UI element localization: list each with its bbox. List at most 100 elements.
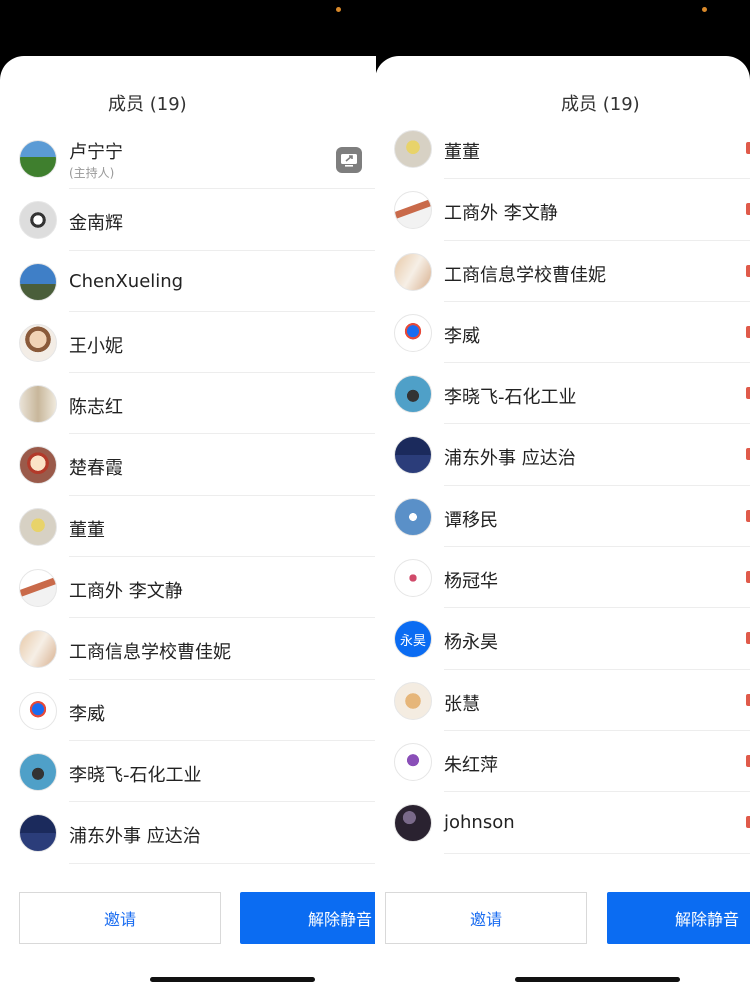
- member-name: 朱红萍: [444, 754, 498, 776]
- avatar: [394, 742, 432, 781]
- member-row[interactable]: 董董: [0, 496, 376, 558]
- member-name: 李威: [444, 325, 480, 347]
- member-row[interactable]: 董董: [375, 118, 750, 180]
- member-row[interactable]: 工商外 李文静: [375, 179, 750, 241]
- member-name: 浦东外事 应达治: [69, 826, 201, 848]
- mic-muted-icon[interactable]: [746, 203, 750, 216]
- avatar: [394, 559, 432, 598]
- member-name: 杨冠华: [444, 571, 498, 593]
- member-row[interactable]: 朱红萍: [375, 731, 750, 793]
- unmute-button[interactable]: 解除静音: [240, 892, 376, 944]
- share-screen-icon: [336, 147, 362, 173]
- member-name: 金南辉: [69, 213, 123, 235]
- member-row[interactable]: ChenXueling: [0, 251, 376, 312]
- member-row[interactable]: 李晓飞-石化工业: [0, 741, 376, 803]
- avatar: [19, 507, 57, 546]
- member-row[interactable]: 金南辉: [0, 189, 376, 251]
- invite-button[interactable]: 邀请: [19, 892, 221, 944]
- avatar: [19, 630, 57, 669]
- invite-button[interactable]: 邀请: [385, 892, 587, 944]
- avatar: [19, 569, 57, 608]
- member-row[interactable]: 杨冠华: [375, 547, 750, 609]
- member-row[interactable]: 卢宁宁 (主持人): [0, 128, 376, 190]
- status-indicator-dot: [336, 7, 341, 12]
- member-name: 李晓飞-石化工业: [69, 764, 202, 786]
- member-list[interactable]: 董董工商外 李文静工商信息学校曹佳妮 李威李晓飞-石化工业 浦东外事 应达治 谭移民杨…: [375, 118, 750, 943]
- avatar: [19, 752, 57, 791]
- member-name: 楚春霞: [69, 458, 123, 480]
- host-label: (主持人): [69, 166, 115, 180]
- mic-muted-icon[interactable]: [746, 387, 750, 400]
- mic-muted-icon[interactable]: [746, 632, 750, 645]
- member-row[interactable]: johnson: [375, 792, 750, 854]
- mic-muted-icon[interactable]: [746, 693, 750, 706]
- member-name: 谭移民: [444, 509, 498, 531]
- avatar: [19, 691, 57, 730]
- avatar: [394, 681, 432, 720]
- avatar: [394, 191, 432, 230]
- member-row[interactable]: 陈志红: [0, 373, 376, 435]
- member-name: ChenXueling: [69, 270, 184, 292]
- mic-muted-icon[interactable]: [746, 509, 750, 522]
- member-name: 张慧: [444, 693, 480, 715]
- member-row[interactable]: 王小妮: [0, 312, 376, 374]
- mic-muted-icon[interactable]: [746, 571, 750, 584]
- avatar: [19, 385, 57, 424]
- row-divider: [444, 852, 750, 854]
- member-row[interactable]: 浦东外事 应达治: [0, 802, 376, 864]
- unmute-button[interactable]: 解除静音: [607, 892, 750, 944]
- row-divider: [69, 862, 376, 864]
- avatar: [19, 262, 57, 301]
- avatar: [19, 323, 57, 362]
- mic-muted-icon[interactable]: [746, 816, 750, 829]
- member-row[interactable]: 工商信息学校曹佳妮: [375, 241, 750, 302]
- members-title: 成员 (19): [561, 94, 640, 115]
- members-panel-left: 成员 (19) 卢宁宁 (主持人) 金南辉 ChenXueling 王小妮陈志红楚春霞董…: [0, 56, 376, 992]
- member-list[interactable]: 卢宁宁 (主持人) 金南辉 ChenXueling 王小妮陈志红楚春霞董董工商外 李文静…: [0, 128, 376, 943]
- member-name: 工商信息学校曹佳妮: [69, 642, 231, 664]
- avatar: [394, 497, 432, 536]
- mic-muted-icon[interactable]: [746, 325, 750, 338]
- avatar: 永昊: [394, 620, 432, 659]
- member-row[interactable]: 李威: [0, 680, 376, 741]
- member-row[interactable]: 谭移民: [375, 486, 750, 548]
- member-name: 陈志红: [69, 397, 123, 419]
- member-name: 卢宁宁: [69, 142, 123, 163]
- member-name: 工商外 李文静: [69, 581, 183, 603]
- mic-muted-icon[interactable]: [746, 264, 750, 277]
- home-indicator: [150, 977, 315, 982]
- avatar: [19, 446, 57, 485]
- member-name: 浦东外事 应达治: [444, 448, 576, 470]
- member-name: 李威: [69, 703, 105, 725]
- member-row[interactable]: 李威: [375, 302, 750, 364]
- avatar: [394, 436, 432, 475]
- member-row[interactable]: 张慧: [375, 670, 750, 731]
- status-indicator-dot: [702, 7, 707, 12]
- avatar: [19, 140, 57, 178]
- avatar: [394, 252, 432, 291]
- member-name: 董董: [69, 519, 105, 541]
- member-name: johnson: [444, 812, 515, 834]
- avatar: [394, 804, 432, 843]
- member-row[interactable]: 楚春霞: [0, 434, 376, 496]
- members-title: 成员 (19): [108, 94, 187, 115]
- member-row[interactable]: 永昊 杨永昊: [375, 608, 750, 670]
- member-row[interactable]: 李晓飞-石化工业: [375, 363, 750, 425]
- member-name: 工商信息学校曹佳妮: [444, 264, 606, 286]
- mic-muted-icon[interactable]: [746, 142, 750, 154]
- avatar: [19, 201, 57, 240]
- member-row[interactable]: 浦东外事 应达治: [375, 424, 750, 486]
- member-name: 董董: [444, 142, 480, 163]
- home-indicator: [515, 977, 680, 982]
- avatar: [394, 313, 432, 352]
- avatar: [19, 814, 57, 853]
- member-row[interactable]: 工商信息学校曹佳妮: [0, 618, 376, 680]
- member-name: 李晓飞-石化工业: [444, 387, 577, 409]
- member-row[interactable]: 工商外 李文静: [0, 557, 376, 619]
- avatar: [394, 130, 432, 168]
- member-name: 杨永昊: [444, 632, 498, 654]
- mic-muted-icon[interactable]: [746, 754, 750, 767]
- member-name: 王小妮: [69, 335, 123, 357]
- mic-muted-icon[interactable]: [746, 448, 750, 461]
- members-panel-right: 成员 (19) 董董工商外 李文静工商信息学校曹佳妮 李威李晓飞-石化工业 浦东外事…: [375, 56, 750, 992]
